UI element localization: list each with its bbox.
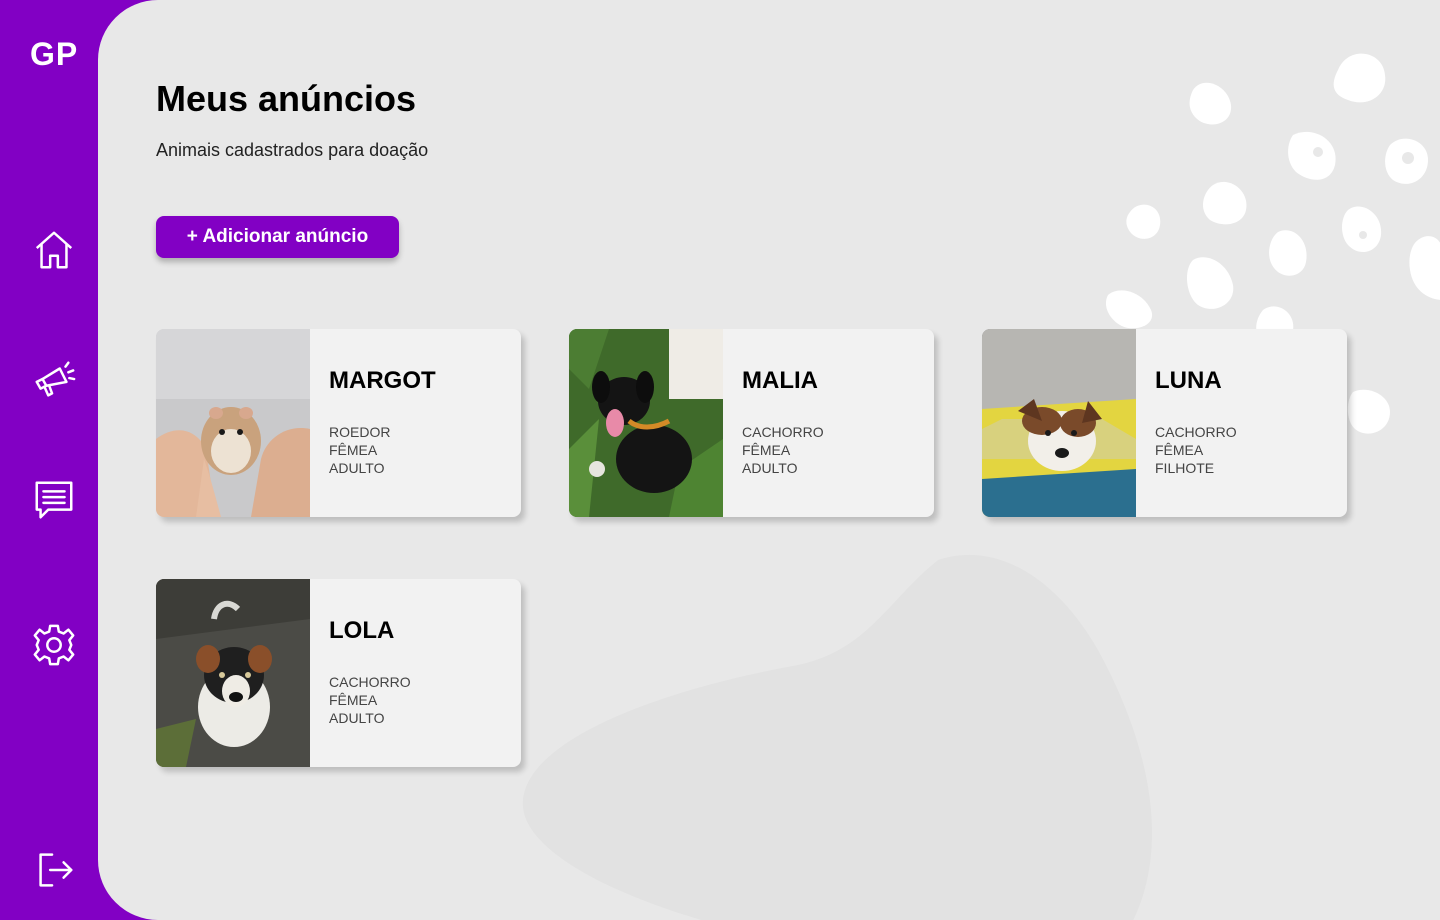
gear-icon — [33, 624, 75, 666]
pet-species: CACHORRO — [742, 424, 824, 440]
pet-attributes: CACHORRO FÊMEA FILHOTE — [1155, 423, 1237, 477]
pet-card-luna[interactable]: LUNA CACHORRO FÊMEA FILHOTE — [982, 329, 1347, 517]
pet-card-info: LUNA CACHORRO FÊMEA FILHOTE — [1136, 329, 1237, 517]
pet-name: MALIA — [742, 367, 818, 394]
app-logo[interactable]: GP — [30, 36, 78, 73]
pet-name: LUNA — [1155, 367, 1222, 394]
nav-home[interactable] — [24, 220, 84, 280]
page-subtitle: Animais cadastrados para doação — [156, 140, 429, 160]
pet-name: LOLA — [329, 617, 395, 644]
pet-card-malia[interactable]: MALIA CACHORRO FÊMEA ADULTO — [569, 329, 934, 517]
pet-attributes: ROEDOR FÊMEA ADULTO — [329, 423, 436, 477]
pet-age: ADULTO — [329, 710, 385, 726]
pet-age: ADULTO — [329, 460, 385, 476]
pet-photo — [156, 329, 310, 517]
pet-photo — [569, 329, 723, 517]
pet-name: MARGOT — [329, 367, 436, 394]
nav-announcements[interactable] — [24, 350, 84, 410]
nav-logout[interactable] — [24, 840, 84, 900]
chat-icon — [35, 481, 73, 519]
nav-settings[interactable] — [24, 615, 84, 675]
pet-age: ADULTO — [742, 460, 798, 476]
pet-species: CACHORRO — [329, 674, 411, 690]
add-listing-button[interactable]: + Adicionar anúncio — [156, 216, 399, 258]
home-icon — [35, 231, 73, 269]
pet-species: CACHORRO — [1155, 424, 1237, 440]
megaphone-icon — [35, 361, 76, 397]
pet-sex: FÊMEA — [742, 442, 791, 458]
pet-card-info: LOLA CACHORRO FÊMEA ADULTO — [310, 579, 411, 767]
logout-icon — [39, 853, 73, 887]
pet-card-info: MALIA CACHORRO FÊMEA ADULTO — [723, 329, 824, 517]
pet-attributes: CACHORRO FÊMEA ADULTO — [329, 673, 411, 727]
pet-sex: FÊMEA — [1155, 442, 1204, 458]
pet-card-lola[interactable]: LOLA CACHORRO FÊMEA ADULTO — [156, 579, 521, 767]
pet-age: FILHOTE — [1155, 460, 1215, 476]
page-title: Meus anúncios — [156, 78, 417, 119]
pet-attributes: CACHORRO FÊMEA ADULTO — [742, 423, 824, 477]
nav-messages[interactable] — [24, 470, 84, 530]
pet-card-margot[interactable]: MARGOT ROEDOR FÊMEA ADULTO — [156, 329, 521, 517]
pet-sex: FÊMEA — [329, 692, 378, 708]
pet-card-info: MARGOT ROEDOR FÊMEA ADULTO — [310, 329, 436, 517]
main-content: Meus anúncios Animais cadastrados para d… — [98, 0, 1440, 920]
pet-photo — [156, 579, 310, 767]
pet-photo — [982, 329, 1136, 517]
pet-sex: FÊMEA — [329, 442, 378, 458]
pet-species: ROEDOR — [329, 424, 391, 440]
